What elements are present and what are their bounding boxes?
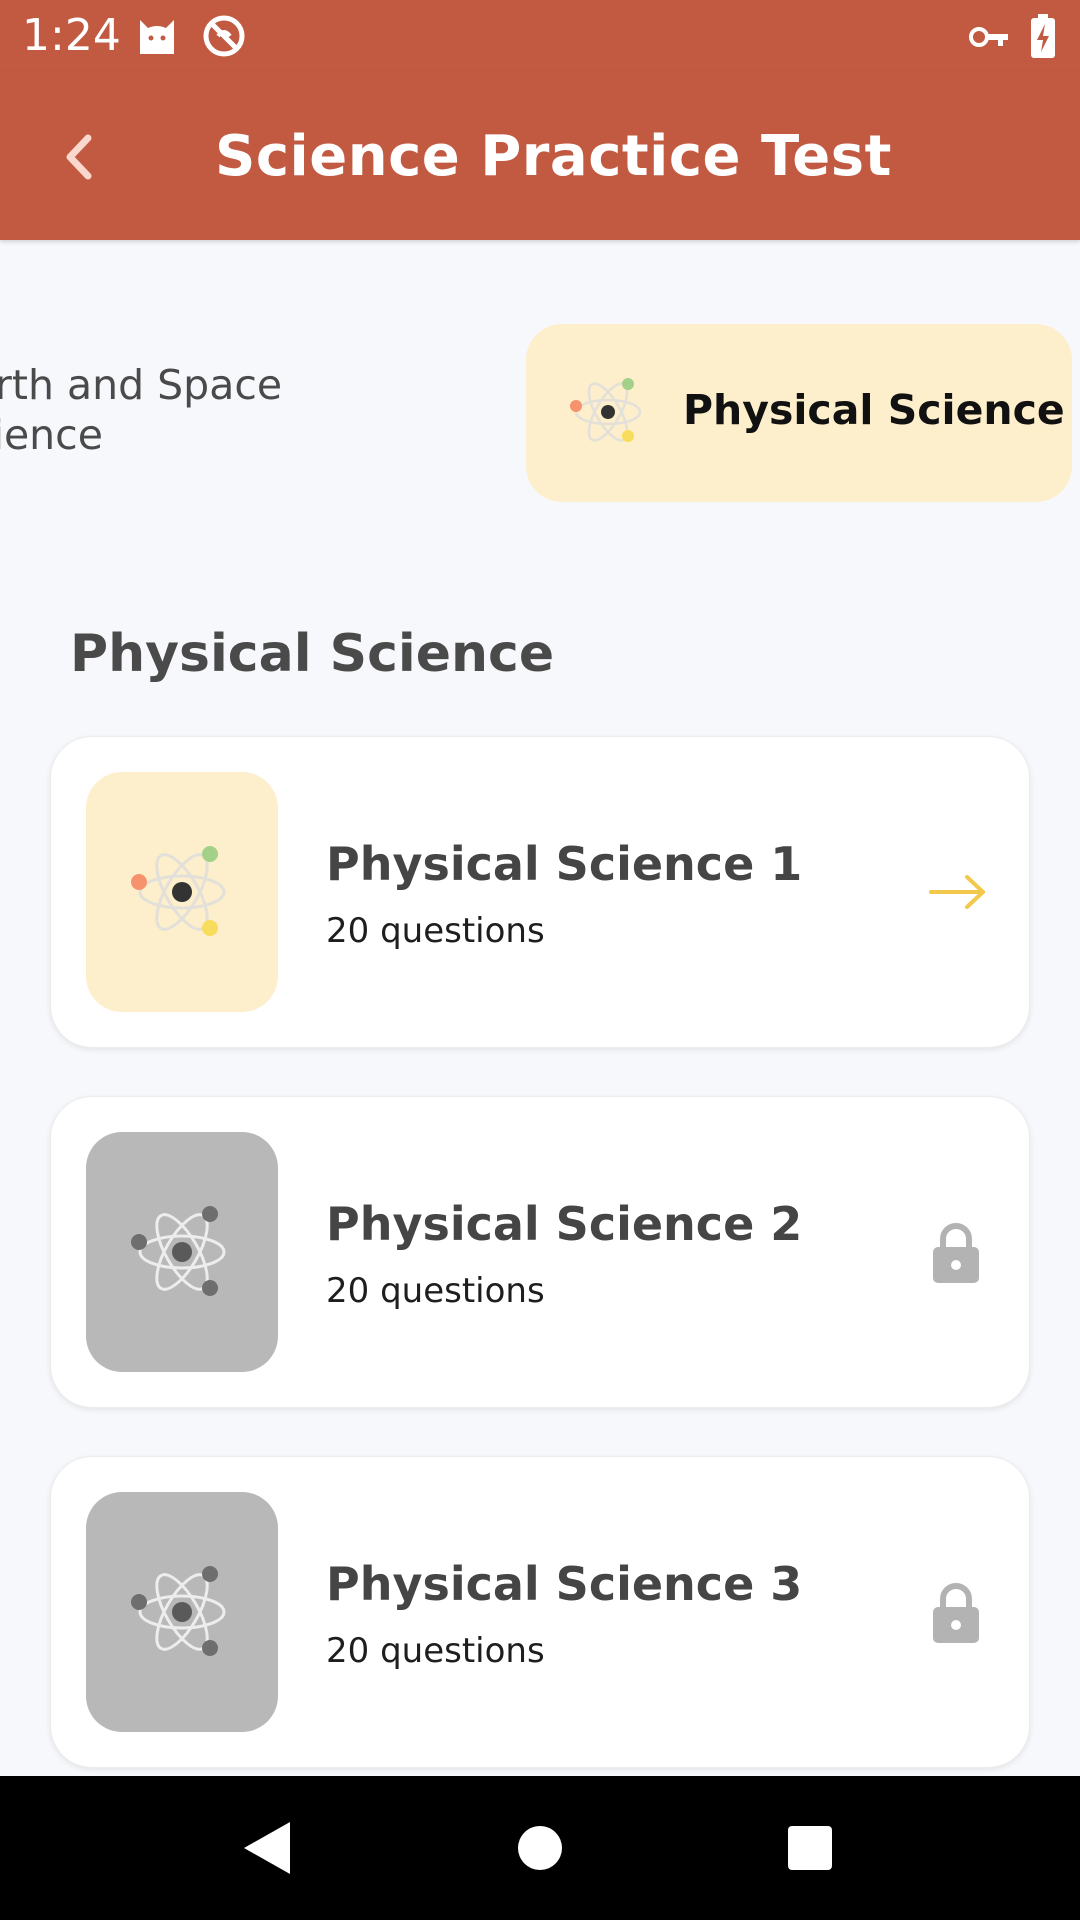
battery-charging-icon — [1031, 14, 1055, 58]
arrow-right-icon[interactable] — [921, 857, 991, 927]
test-thumbnail — [86, 1492, 278, 1732]
chevron-left-icon — [66, 134, 92, 180]
atom-icon — [570, 378, 642, 442]
test-question-count: 20 questions — [326, 911, 545, 951]
page-title: Science Practice Test — [215, 124, 892, 189]
test-card-1[interactable]: Physical Science 1 20 questions — [50, 736, 1030, 1048]
test-thumbnail — [86, 772, 278, 1012]
home-circle-icon[interactable] — [504, 1812, 576, 1884]
section-title: Physical Science — [70, 624, 555, 684]
category-chip-earth-space[interactable]: Earth and Space Science — [0, 360, 420, 480]
recents-square-icon[interactable] — [774, 1812, 846, 1884]
test-question-count: 20 questions — [326, 1271, 545, 1311]
category-chip-physical-science[interactable]: Physical Science — [526, 324, 1072, 502]
status-time: 1:24 — [22, 10, 121, 61]
lock-icon — [933, 1583, 979, 1643]
back-button[interactable] — [46, 122, 116, 192]
test-card-3[interactable]: Physical Science 3 20 questions — [50, 1456, 1030, 1768]
system-nav-bar — [0, 1776, 1080, 1920]
atom-icon — [131, 1566, 226, 1656]
category-chip-label: Physical Science — [683, 386, 1065, 434]
lock-icon — [933, 1223, 979, 1283]
vpn-key-icon — [969, 27, 1008, 47]
app-bar: Science Practice Test — [0, 72, 1080, 240]
test-card-2[interactable]: Physical Science 2 20 questions — [50, 1096, 1030, 1408]
category-chip-label: Earth and Space Science — [0, 361, 283, 459]
test-question-count: 20 questions — [326, 1631, 545, 1671]
test-thumbnail — [86, 1132, 278, 1372]
test-title: Physical Science 1 — [326, 837, 803, 891]
atom-icon — [131, 1206, 226, 1296]
cat-icon — [140, 20, 174, 54]
atom-icon — [131, 846, 226, 936]
test-title: Physical Science 3 — [326, 1557, 803, 1611]
test-title: Physical Science 2 — [326, 1197, 803, 1251]
do-not-disturb-icon — [203, 15, 245, 57]
status-bar: 1:24 — [0, 0, 1080, 72]
back-triangle-icon[interactable] — [230, 1812, 302, 1884]
